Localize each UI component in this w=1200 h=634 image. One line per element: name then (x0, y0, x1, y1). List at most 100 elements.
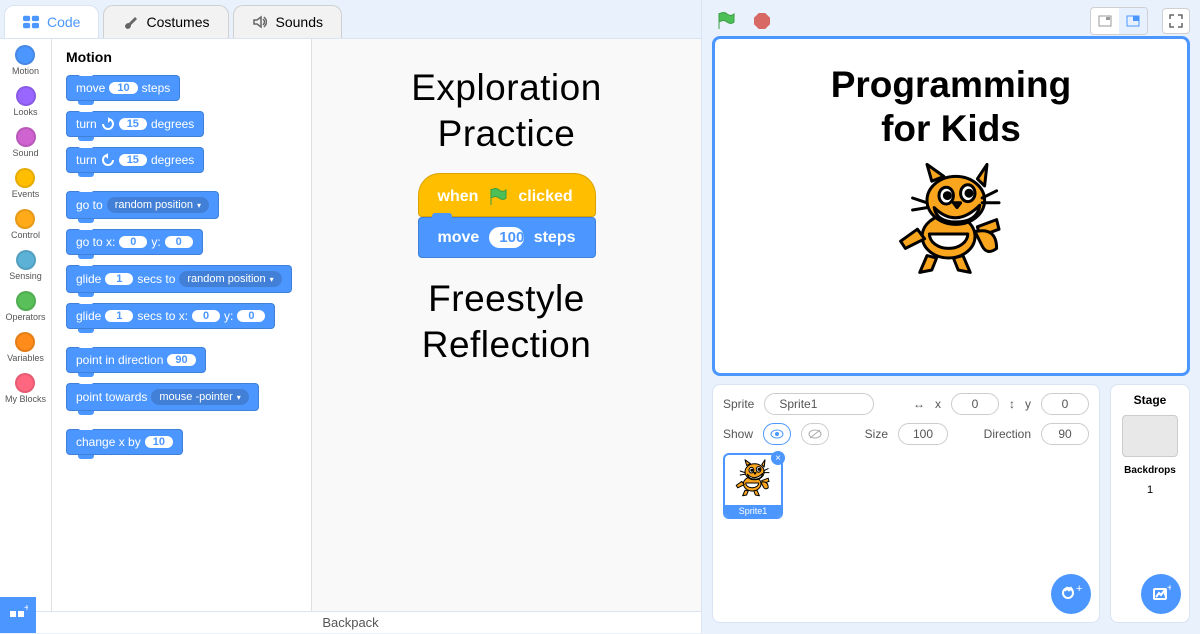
overlay-word: Reflection (422, 324, 592, 366)
block-point-to[interactable]: point towardsmouse -pointer (66, 383, 259, 411)
editor-tabs: Code Costumes Sounds (0, 0, 701, 38)
category-label: Control (11, 231, 40, 240)
show-button[interactable] (763, 423, 791, 445)
category-control[interactable]: Control (11, 209, 40, 240)
sprite-size-field[interactable]: 100 (898, 423, 948, 445)
block-changex[interactable]: change x by10 (66, 429, 183, 455)
hide-button[interactable] (801, 423, 829, 445)
category-my-blocks[interactable]: My Blocks (5, 373, 46, 404)
category-label: My Blocks (5, 395, 46, 404)
category-sensing[interactable]: Sensing (9, 250, 42, 281)
overlay-word: Practice (438, 113, 576, 155)
turn-ccw-icon (101, 153, 115, 167)
block-glide[interactable]: glide1secs torandom position (66, 265, 292, 293)
category-dot-icon (16, 250, 36, 270)
block-goto[interactable]: go torandom position (66, 191, 219, 219)
turn-cw-icon (101, 117, 115, 131)
category-label: Looks (13, 108, 37, 117)
backpack-bar[interactable]: Backpack (0, 611, 701, 633)
sprite-x-field[interactable]: 0 (951, 393, 999, 415)
sprite-name-field[interactable]: Sprite1 (764, 393, 874, 415)
block-gotoxy[interactable]: go to x:0y:0 (66, 229, 203, 255)
stop-icon (754, 13, 770, 29)
flag-icon (488, 187, 508, 207)
category-dot-icon (15, 373, 35, 393)
direction-label: Direction (984, 427, 1031, 441)
category-dot-icon (15, 45, 35, 65)
svg-text:+: + (1076, 583, 1082, 595)
brush-icon (122, 14, 138, 30)
backdrops-count: 1 (1147, 484, 1153, 496)
svg-text:+: + (1167, 584, 1171, 594)
dropdown[interactable]: mouse -pointer (151, 389, 248, 405)
category-dot-icon (16, 86, 36, 106)
green-flag-button[interactable] (712, 7, 740, 35)
add-sprite-button[interactable]: + (1051, 574, 1091, 614)
add-backdrop-button[interactable]: + (1141, 574, 1181, 614)
stop-button[interactable] (748, 7, 776, 35)
code-icon (23, 14, 39, 30)
size-label: Size (865, 427, 888, 441)
block-turn-ccw[interactable]: turn15degrees (66, 147, 204, 173)
tab-code-label: Code (47, 14, 80, 30)
category-label: Sound (12, 149, 38, 158)
category-motion[interactable]: Motion (12, 45, 39, 76)
category-dot-icon (16, 127, 36, 147)
view-small-button[interactable] (1091, 8, 1119, 34)
add-extension-button[interactable]: + (0, 597, 36, 633)
block-palette: Motion move10steps turn15degrees turn15d… (52, 39, 312, 611)
tab-sounds[interactable]: Sounds (233, 5, 342, 38)
palette-header: Motion (66, 49, 297, 65)
sprite-info-panel: Sprite Sprite1 ↔ x 0 ↕ y 0 Show Size 100… (712, 384, 1100, 623)
block-when-flag[interactable]: whenclicked (418, 173, 596, 217)
sprite-on-stage[interactable] (891, 162, 1011, 282)
category-dot-icon (15, 332, 35, 352)
category-label: Variables (7, 354, 44, 363)
category-label: Sensing (9, 272, 42, 281)
block-move[interactable]: move10steps (66, 75, 180, 101)
category-events[interactable]: Events (12, 168, 40, 199)
stage-panel: Stage Backdrops 1 + (1110, 384, 1190, 623)
sprite-thumbnail[interactable]: × Sprite1 (723, 453, 783, 519)
category-sound[interactable]: Sound (12, 127, 38, 158)
script-workspace[interactable]: Exploration Practice whenclicked move100… (312, 39, 701, 611)
category-operators[interactable]: Operators (5, 291, 45, 322)
block-turn-cw[interactable]: turn15degrees (66, 111, 204, 137)
sound-icon (252, 14, 268, 30)
overlay-word: Freestyle (428, 278, 585, 320)
backdrops-label: Backdrops (1124, 465, 1176, 476)
dropdown[interactable]: random position (107, 197, 209, 213)
sprite-thumb-icon (733, 459, 773, 499)
category-dot-icon (16, 291, 36, 311)
fullscreen-button[interactable] (1162, 8, 1190, 34)
y-arrows-icon: ↕ (1009, 397, 1015, 411)
block-move-script[interactable]: move100steps (418, 217, 596, 258)
category-dot-icon (15, 168, 35, 188)
stage-label: Stage (1134, 393, 1167, 407)
block-point-dir[interactable]: point in direction90 (66, 347, 206, 373)
tab-code[interactable]: Code (4, 5, 99, 38)
view-large-button[interactable] (1119, 8, 1147, 34)
block-categories: Motion Looks Sound Events Control Sensing Oper… (0, 39, 52, 611)
category-dot-icon (15, 209, 35, 229)
sprite-y-field[interactable]: 0 (1041, 393, 1089, 415)
demo-script[interactable]: whenclicked move100steps (418, 173, 596, 258)
sprite-label: Sprite (723, 397, 754, 411)
stage-area[interactable]: Programmingfor Kids (712, 36, 1190, 376)
sprite-thumb-label: Sprite1 (725, 505, 781, 517)
category-label: Events (12, 190, 40, 199)
category-looks[interactable]: Looks (13, 86, 37, 117)
svg-text:+: + (24, 605, 28, 614)
dropdown[interactable]: random position (179, 271, 281, 287)
show-label: Show (723, 427, 753, 441)
backdrop-thumbnail[interactable] (1122, 415, 1178, 457)
sprite-direction-field[interactable]: 90 (1041, 423, 1089, 445)
overlay-word: Exploration (411, 67, 602, 109)
tab-costumes[interactable]: Costumes (103, 5, 228, 38)
xy-arrows-icon: ↔ (913, 397, 925, 411)
category-variables[interactable]: Variables (7, 332, 44, 363)
stage-view-modes (1090, 7, 1148, 35)
block-glidexy[interactable]: glide1secs to x:0y:0 (66, 303, 275, 329)
category-label: Operators (5, 313, 45, 322)
delete-sprite-icon[interactable]: × (771, 451, 785, 465)
